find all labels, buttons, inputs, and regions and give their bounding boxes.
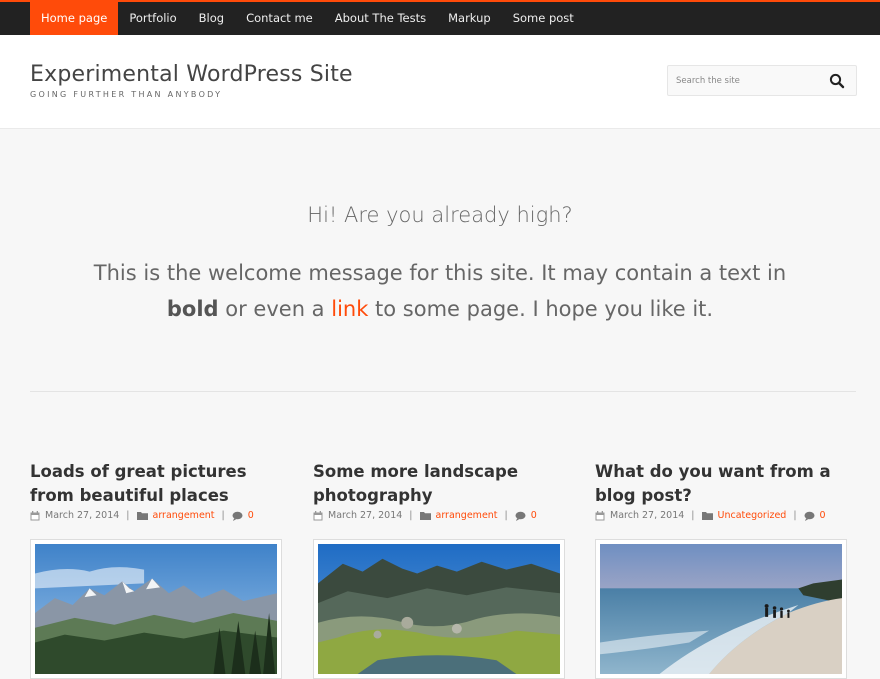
post-thumbnail[interactable] xyxy=(595,539,847,679)
top-navigation: Home page Portfolio Blog Contact me Abou… xyxy=(0,0,880,35)
comment-icon xyxy=(515,511,526,521)
post-card: Loads of great pictures from beautiful p… xyxy=(30,460,290,521)
post-date: March 27, 2014 xyxy=(328,510,403,521)
meta-separator: | xyxy=(691,510,695,521)
post-title[interactable]: What do you want from a blog post? xyxy=(595,460,855,508)
site-title[interactable]: Experimental WordPress Site xyxy=(30,62,353,87)
search-icon[interactable] xyxy=(828,72,846,90)
meta-separator: | xyxy=(504,510,508,521)
post-comments-link[interactable]: 0 xyxy=(531,510,537,521)
search-input[interactable] xyxy=(668,66,826,95)
post-date: March 27, 2014 xyxy=(610,510,685,521)
beach-people-image xyxy=(600,544,842,674)
calendar-icon xyxy=(595,510,605,520)
nav-item-some-post[interactable]: Some post xyxy=(502,2,585,35)
post-meta: March 27, 2014 | Uncategorized | 0 xyxy=(595,510,855,521)
section-divider xyxy=(30,391,856,392)
folder-icon xyxy=(419,512,431,520)
folder-icon xyxy=(136,512,148,520)
post-category-link[interactable]: arrangement xyxy=(153,510,215,521)
nav-item-about-the-tests[interactable]: About The Tests xyxy=(324,2,437,35)
post-title[interactable]: Loads of great pictures from beautiful p… xyxy=(30,460,290,508)
welcome-message: This is the welcome message for this sit… xyxy=(90,255,790,327)
nav-item-markup[interactable]: Markup xyxy=(437,2,502,35)
welcome-title: Hi! Are you already high? xyxy=(307,203,573,227)
post-thumbnail[interactable] xyxy=(30,539,282,679)
meta-separator: | xyxy=(221,510,225,521)
mountain-landscape-image xyxy=(35,544,277,674)
post-card: What do you want from a blog post? March… xyxy=(595,460,855,521)
site-tagline: GOING FURTHER THAN ANYBODY xyxy=(30,90,223,99)
folder-icon xyxy=(701,512,713,520)
welcome-text-middle: or even a xyxy=(218,297,332,321)
comment-icon xyxy=(804,511,815,521)
post-thumbnail[interactable] xyxy=(313,539,565,679)
nav-item-portfolio[interactable]: Portfolio xyxy=(118,2,187,35)
welcome-text: This is the welcome message for this sit… xyxy=(93,261,787,285)
nav-item-home-page[interactable]: Home page xyxy=(30,2,119,35)
search-box xyxy=(667,65,857,96)
post-comments-link[interactable]: 0 xyxy=(820,510,826,521)
welcome-link[interactable]: link xyxy=(331,297,368,321)
meta-separator: | xyxy=(409,510,413,521)
post-category-link[interactable]: arrangement xyxy=(436,510,498,521)
valley-lake-image xyxy=(318,544,560,674)
post-category-link[interactable]: Uncategorized xyxy=(718,510,787,521)
post-comments-link[interactable]: 0 xyxy=(248,510,254,521)
post-date: March 27, 2014 xyxy=(45,510,120,521)
post-card: Some more landscape photography March 27… xyxy=(313,460,573,521)
calendar-icon xyxy=(30,510,40,520)
calendar-icon xyxy=(313,510,323,520)
nav-item-contact-me[interactable]: Contact me xyxy=(235,2,324,35)
post-title[interactable]: Some more landscape photography xyxy=(313,460,573,508)
welcome-bold-text: bold xyxy=(166,297,219,321)
meta-separator: | xyxy=(793,510,797,521)
nav-item-blog[interactable]: Blog xyxy=(188,2,235,35)
welcome-text-suffix: to some page. I hope you like it. xyxy=(368,297,714,321)
meta-separator: | xyxy=(126,510,130,521)
post-meta: March 27, 2014 | arrangement | 0 xyxy=(30,510,290,521)
site-header: Experimental WordPress Site GOING FURTHE… xyxy=(0,35,880,129)
comment-icon xyxy=(232,511,243,521)
post-meta: March 27, 2014 | arrangement | 0 xyxy=(313,510,573,521)
